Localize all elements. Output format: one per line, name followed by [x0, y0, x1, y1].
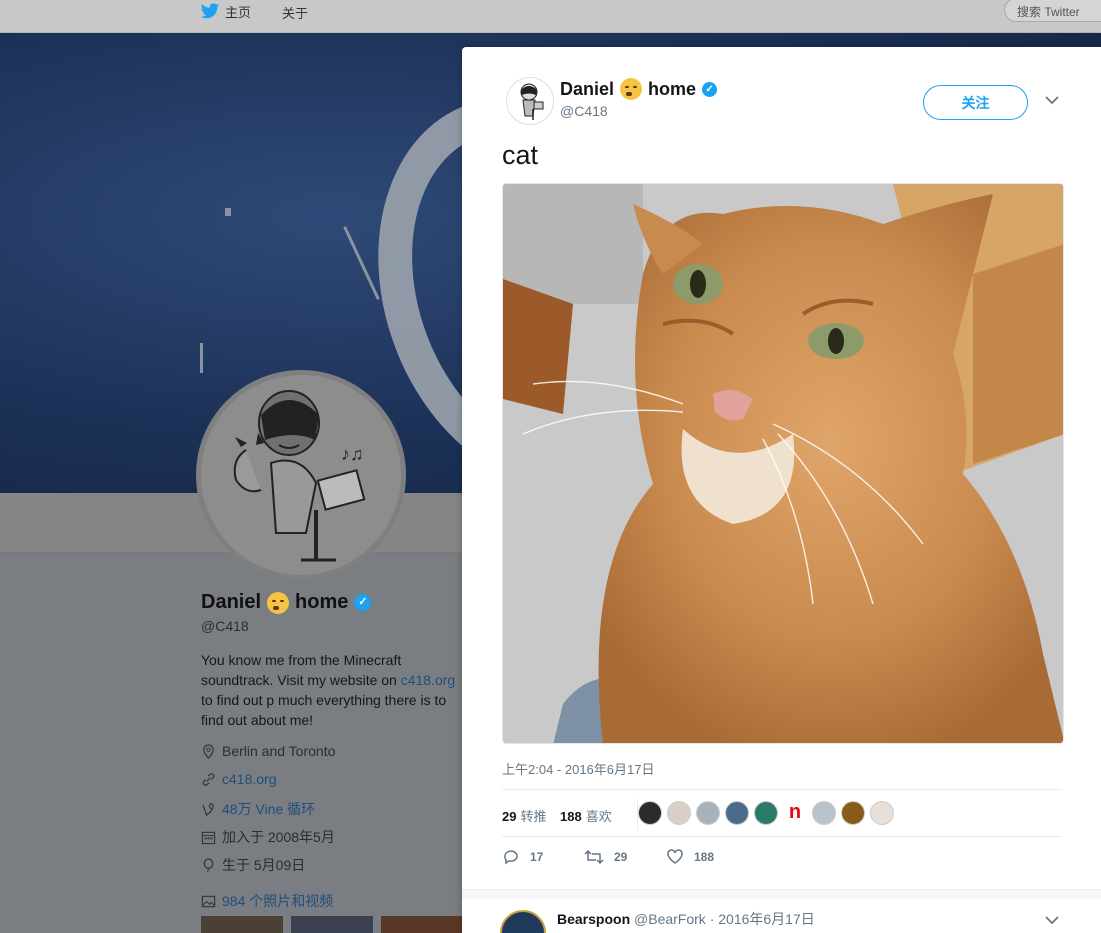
liker-avatar[interactable]	[725, 801, 749, 825]
modal-separator	[462, 889, 1101, 899]
balloon-icon	[203, 857, 214, 872]
likes-stat-count: 188	[560, 809, 582, 824]
retweet-icon	[584, 849, 604, 865]
banner-stroke	[200, 343, 203, 373]
media-thumbnail[interactable]	[291, 916, 373, 933]
bio-text: You know me from the Minecraft soundtrac…	[201, 652, 402, 688]
vine-icon	[202, 802, 214, 816]
bio-text-continued: to find out p much everything there is t…	[201, 692, 447, 728]
tweet-text: cat	[502, 140, 539, 170]
liker-avatar[interactable]	[667, 801, 691, 825]
reply-author-name[interactable]: Bearspoon	[557, 911, 630, 927]
reply-count: 17	[530, 850, 544, 864]
liker-avatar[interactable]	[812, 801, 836, 825]
nav-home[interactable]: 主页	[200, 2, 251, 21]
reply-date[interactable]: · 2016年6月17日	[710, 911, 815, 927]
reply-icon	[504, 850, 518, 865]
location-text: Berlin and Toronto	[222, 743, 336, 759]
media-count-link[interactable]: 984 个照片和视频	[222, 891, 333, 911]
like-action[interactable]: 188	[666, 849, 748, 865]
profile-avatar[interactable]: ♪♫	[196, 370, 406, 580]
bio-link[interactable]: c418.org	[401, 672, 455, 688]
author-handle[interactable]: @C418	[560, 103, 608, 119]
calendar-icon	[201, 831, 216, 844]
author-name-text: Daniel	[560, 78, 615, 99]
joined-text: 加入于 2008年5月	[222, 829, 335, 845]
retweets-stat-label: 转推	[520, 809, 547, 824]
media-thumbnail[interactable]	[201, 916, 283, 933]
liker-avatar-netflix[interactable]: n	[783, 801, 807, 825]
liker-avatar[interactable]	[638, 801, 662, 825]
media-thumbnail[interactable]	[381, 916, 463, 933]
tweet-modal: Daniel home ✓ @C418 关注 cat 上午2:04 - 2016…	[462, 47, 1101, 933]
verified-badge-icon: ✓	[702, 81, 718, 97]
like-count: 188	[694, 850, 715, 864]
twitter-bird-icon	[200, 3, 220, 19]
profile-joined: 加入于 2008年5月	[201, 827, 335, 847]
author-name-suffix: home	[648, 78, 697, 99]
retweet-count: 29	[614, 850, 628, 864]
crying-face-icon	[620, 78, 643, 100]
likes-stat[interactable]: 188 喜欢	[560, 806, 612, 825]
likes-stat-label: 喜欢	[585, 809, 612, 824]
likers-avatars: n	[638, 801, 894, 825]
photo-icon	[201, 895, 216, 907]
nav-about[interactable]: 关于	[282, 3, 308, 22]
profile-bio: You know me from the Minecraft soundtrac…	[201, 650, 466, 730]
profile-vine[interactable]: 48万 Vine 循环	[201, 799, 315, 819]
profile-name-text: Daniel	[201, 591, 262, 613]
profile-location: Berlin and Toronto	[201, 743, 335, 759]
location-pin-icon	[203, 743, 214, 759]
retweets-stat[interactable]: 29 转推	[502, 806, 546, 825]
profile-website[interactable]: c418.org	[201, 771, 276, 787]
search-input[interactable]: 搜索 Twitter	[1004, 0, 1101, 22]
profile-handle[interactable]: @C418	[201, 618, 249, 634]
reply-author-handle[interactable]: @BearFork	[634, 911, 706, 927]
liker-avatar[interactable]	[870, 801, 894, 825]
tweet-photo[interactable]	[502, 183, 1064, 744]
svg-text:♪♫: ♪♫	[341, 444, 364, 464]
tweet-stats-bar: 29 转推 188 喜欢 n	[502, 789, 1062, 837]
reply-action[interactable]: 17	[502, 849, 584, 865]
banner-stroke	[343, 226, 380, 300]
chevron-down-icon[interactable]	[1045, 912, 1059, 928]
vine-link[interactable]: 48万 Vine 循环	[222, 799, 315, 819]
banner-stroke	[225, 208, 231, 216]
follow-button[interactable]: 关注	[923, 85, 1028, 120]
profile-name-suffix: home	[295, 591, 349, 613]
verified-badge-icon: ✓	[354, 594, 372, 611]
top-navigation-bar: 主页 关于 搜索 Twitter	[0, 0, 1101, 33]
liker-avatar[interactable]	[754, 801, 778, 825]
avatar-illustration: ♪♫	[201, 375, 401, 575]
reply-header: Bearspoon @BearFork · 2016年6月17日	[557, 909, 815, 929]
heart-icon	[667, 849, 683, 864]
cat-photo-image	[503, 184, 1063, 743]
link-icon	[202, 772, 215, 786]
profile-media-link[interactable]: 984 个照片和视频	[201, 891, 333, 911]
tweet-actions: 17 29 188	[502, 849, 748, 865]
birthday-text: 生于 5月09日	[222, 857, 306, 873]
author-avatar[interactable]	[506, 77, 554, 125]
chevron-down-icon[interactable]	[1045, 92, 1059, 108]
reply-avatar[interactable]	[500, 910, 546, 933]
author-avatar-illustration	[507, 78, 553, 124]
media-thumbnails	[201, 916, 463, 933]
nav-home-label: 主页	[225, 5, 252, 20]
retweet-action[interactable]: 29	[584, 849, 666, 865]
author-name[interactable]: Daniel home ✓	[560, 78, 718, 100]
website-link[interactable]: c418.org	[222, 771, 276, 787]
liker-avatar[interactable]	[696, 801, 720, 825]
retweets-stat-count: 29	[502, 809, 517, 824]
profile-birthday: 生于 5月09日	[201, 855, 305, 875]
liker-avatar[interactable]	[841, 801, 865, 825]
tweet-timestamp[interactable]: 上午2:04 - 2016年6月17日	[502, 759, 654, 778]
reply-tweet[interactable]: Bearspoon @BearFork · 2016年6月17日	[462, 899, 1101, 933]
profile-name: Daniel home ✓	[201, 591, 372, 614]
crying-face-icon	[267, 591, 290, 614]
